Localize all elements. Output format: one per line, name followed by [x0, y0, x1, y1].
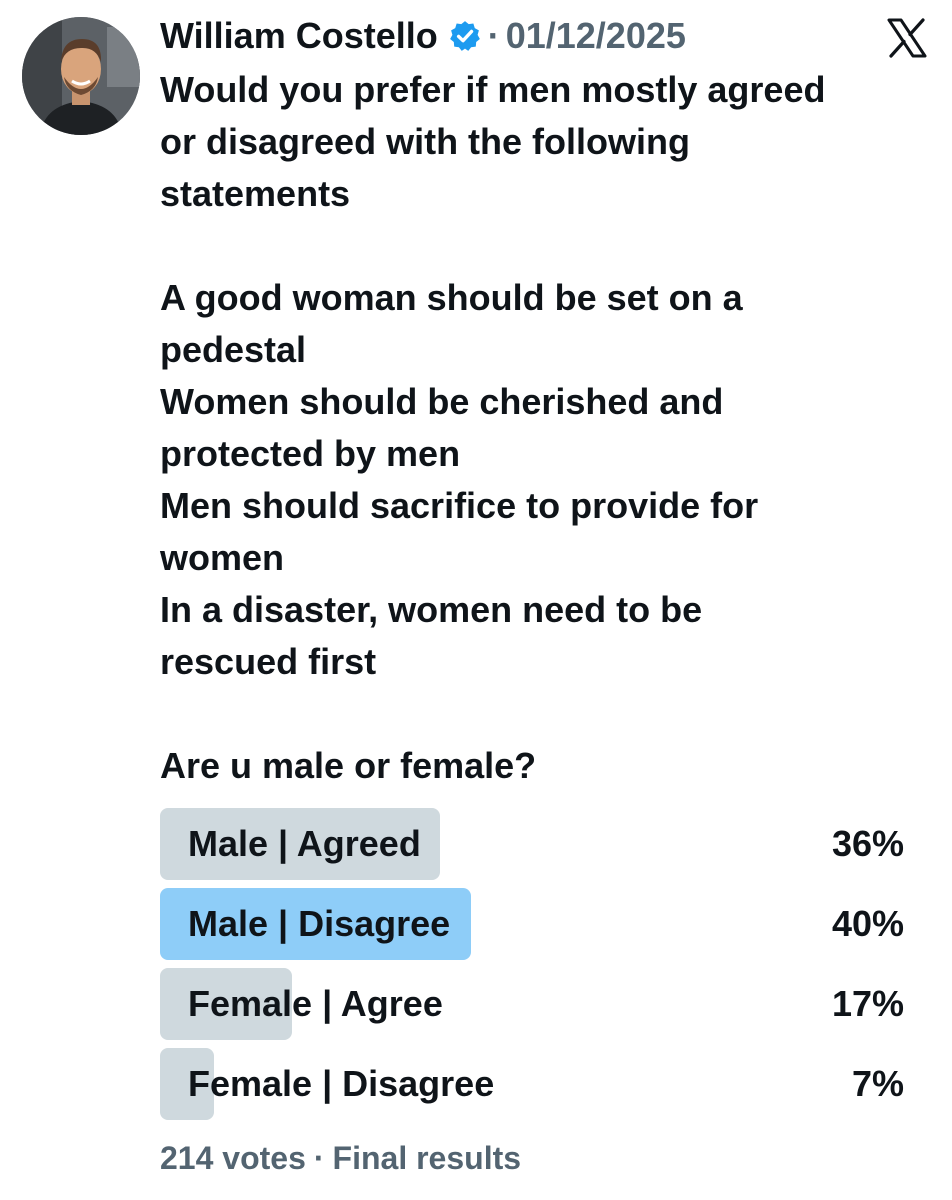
poll-question: Are u male or female? — [160, 745, 537, 786]
poll-option[interactable]: Female | Agree 17% — [160, 968, 904, 1040]
post-header: William Costello · 01/12/2025 — [160, 14, 686, 58]
header-separator: · — [487, 15, 500, 56]
poll-option-percent: 36% — [831, 823, 904, 864]
verified-badge-icon — [448, 19, 482, 53]
poll-option[interactable]: Female | Disagree 7% — [160, 1048, 904, 1120]
poll-option-percent: 17% — [831, 983, 904, 1024]
poll-option[interactable]: Male | Disagree 40% — [160, 888, 904, 960]
post-date[interactable]: 01/12/2025 — [506, 15, 686, 57]
poll-option-label: Female | Agree — [188, 983, 443, 1024]
poll-footer: 214 votes · Final results — [160, 1140, 521, 1177]
poll-option[interactable]: Male | Agreed 36% — [160, 808, 904, 880]
poll-option-percent: 7% — [851, 1063, 904, 1104]
post-line: statements — [160, 173, 351, 214]
poll-option-label: Male | Agreed — [188, 823, 421, 864]
post-line: Men should sacrifice to provide for — [160, 485, 759, 526]
post-line: protected by men — [160, 433, 461, 474]
poll-option-label: Female | Disagree — [188, 1063, 495, 1104]
paragraph-break — [160, 220, 930, 272]
post-line: Women should be cherished and — [160, 381, 724, 422]
poll-vote-count: 214 votes — [160, 1140, 306, 1176]
post-line: rescued first — [160, 641, 377, 682]
post-line: or disagreed with the following — [160, 121, 691, 162]
footer-separator: · — [313, 1140, 325, 1176]
post-line: pedestal — [160, 329, 307, 370]
author-name[interactable]: William Costello — [160, 15, 438, 57]
x-logo-icon[interactable] — [886, 18, 928, 58]
post-line: Would you prefer if men mostly agreed — [160, 69, 826, 110]
post-line: In a disaster, women need to be — [160, 589, 703, 630]
poll-option-percent: 40% — [831, 903, 904, 944]
paragraph-break — [160, 688, 930, 740]
post-text: Would you prefer if men mostly agreed or… — [160, 64, 930, 792]
author-avatar[interactable] — [22, 17, 140, 135]
post-line: women — [160, 537, 285, 578]
poll-status: Final results — [332, 1140, 522, 1176]
avatar-photo — [22, 17, 140, 135]
post-line: A good woman should be set on a — [160, 277, 743, 318]
poll: Male | Agreed 36% Male | Disagree 40% Fe… — [160, 808, 904, 1128]
poll-option-label: Male | Disagree — [188, 903, 451, 944]
